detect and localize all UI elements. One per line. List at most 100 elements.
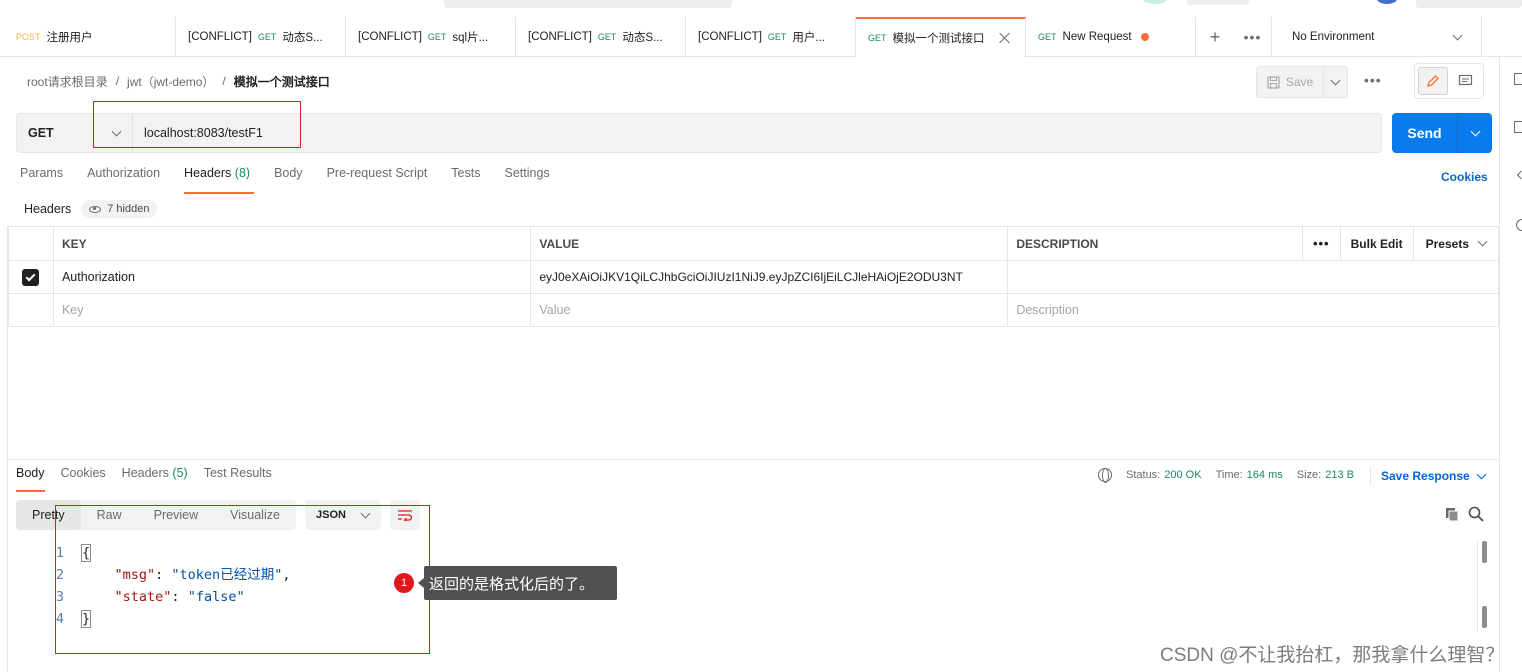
edit-button[interactable] (1418, 67, 1448, 95)
conflict-label: [CONFLICT] (528, 31, 592, 43)
json-colon: : (155, 567, 172, 583)
chevron-down-icon (1470, 126, 1480, 136)
sync-status-icon[interactable] (1143, 0, 1167, 4)
column-options-button[interactable]: ••• (1301, 227, 1340, 260)
tab-params[interactable]: Params (20, 166, 63, 194)
copy-icon[interactable] (1444, 506, 1460, 522)
scrollbar[interactable] (1482, 606, 1487, 628)
json-colon: : (171, 589, 188, 605)
chevron-down-icon (360, 508, 371, 518)
request-response-divider[interactable] (8, 459, 1499, 460)
invite-button[interactable] (1187, 0, 1249, 5)
environment-label: No Environment (1292, 31, 1375, 43)
method-badge: GET (427, 32, 447, 42)
view-raw[interactable]: Raw (81, 500, 138, 530)
request-tab[interactable]: GET New Request (1026, 17, 1196, 57)
header-value-cell[interactable]: eyJ0eXAiOiJKV1QiLCJhbGciOiJIUzI1NiJ9.eyJ… (530, 260, 1009, 294)
close-icon[interactable] (999, 32, 1011, 44)
body-view-modes: Pretty Raw Preview Visualize (16, 500, 296, 530)
wrap-icon (398, 510, 413, 521)
page-title[interactable]: 模拟一个测试接口 (234, 73, 330, 90)
tab-title: 动态S... (282, 32, 323, 44)
new-value-input[interactable]: Value (530, 293, 1009, 327)
avatar[interactable] (1377, 0, 1397, 4)
response-tab-test-results[interactable]: Test Results (204, 466, 272, 492)
view-preview[interactable]: Preview (138, 500, 214, 530)
row-checkbox[interactable] (22, 269, 40, 287)
method-badge: GET (257, 32, 277, 42)
url-input[interactable] (133, 114, 1381, 152)
request-tab[interactable]: [CONFLICT] GET 动态S... (516, 17, 686, 57)
tab-settings[interactable]: Settings (504, 166, 549, 194)
header-key-cell[interactable]: Authorization (52, 260, 532, 294)
headers-title: Headers (24, 202, 72, 216)
more-actions-button[interactable]: ••• (1364, 72, 1382, 88)
new-key-input[interactable]: Key (52, 293, 532, 327)
save-button[interactable]: Save (1256, 66, 1324, 98)
bulk-edit-button[interactable]: Bulk Edit (1339, 227, 1413, 260)
tab-count: (8) (234, 166, 251, 180)
view-pretty[interactable]: Pretty (16, 500, 81, 530)
tab-authorization[interactable]: Authorization (87, 166, 160, 194)
new-description-input[interactable]: Description (1007, 293, 1499, 327)
presets-dropdown[interactable]: Presets (1412, 227, 1498, 260)
save-response-label: Save Response (1381, 469, 1470, 483)
status-value[interactable]: 200 OK (1164, 469, 1201, 481)
wrap-lines-button[interactable] (390, 500, 420, 530)
header-description-cell[interactable] (1007, 260, 1499, 294)
scrollbar[interactable] (1482, 541, 1487, 563)
code-line: "state": "false" (82, 586, 245, 608)
breadcrumb-root[interactable]: root请求根目录 (27, 73, 108, 90)
json-brace: } (80, 610, 92, 628)
info-icon[interactable] (1516, 219, 1522, 231)
tab-pre-request-script[interactable]: Pre-request Script (327, 166, 428, 194)
watermark: CSDN @不让我抬杠，那我拿什么理智？ (1160, 645, 1505, 666)
chevron-down-icon (1476, 469, 1487, 479)
cookies-link[interactable]: Cookies (1441, 170, 1488, 184)
conflict-label: [CONFLICT] (188, 31, 252, 43)
tab-tests[interactable]: Tests (451, 166, 480, 194)
breadcrumb-collection[interactable]: jwt（jwt-demo） (127, 73, 214, 90)
view-visualize[interactable]: Visualize (214, 500, 296, 530)
search-icon[interactable] (1468, 506, 1484, 522)
save-response-button[interactable]: Save Response (1370, 466, 1487, 486)
request-tab[interactable]: [CONFLICT] GET sql片... (346, 17, 516, 57)
send-options-button[interactable] (1458, 113, 1492, 153)
save-options-button[interactable] (1324, 66, 1348, 98)
request-tab[interactable]: POST 注册用户 (0, 17, 176, 57)
annotation-number-badge: 1 (394, 573, 414, 593)
method-selector[interactable]: GET (17, 114, 133, 152)
tab-body[interactable]: Body (274, 166, 303, 194)
documentation-icon[interactable] (1514, 73, 1522, 85)
row-checkbox-cell (8, 260, 54, 294)
tab-label: Body (16, 466, 45, 480)
comments-button[interactable] (1450, 67, 1480, 95)
new-tab-button[interactable]: + (1196, 17, 1234, 57)
json-value: "token已经过期" (171, 567, 283, 583)
response-tab-cookies[interactable]: Cookies (61, 466, 106, 492)
code-snippet-icon[interactable] (1514, 121, 1522, 133)
tab-headers[interactable]: Headers (8) (184, 166, 255, 194)
globe-icon[interactable] (1098, 468, 1112, 483)
hidden-headers-toggle[interactable]: 7 hidden (81, 200, 158, 218)
chevron-left-icon[interactable] (1516, 170, 1522, 180)
request-tab[interactable]: [CONFLICT] GET 动态S... (176, 17, 346, 57)
tab-label: Authorization (87, 166, 161, 180)
time-value[interactable]: 164 ms (1247, 469, 1283, 481)
size-value[interactable]: 213 B (1325, 469, 1354, 481)
upgrade-button[interactable] (1416, 0, 1522, 8)
table-row-new: Key Value Description (8, 293, 1499, 327)
tab-title: 用户... (792, 32, 825, 44)
send-button[interactable]: Send (1392, 113, 1458, 153)
format-selector[interactable]: JSON (305, 500, 381, 530)
environment-selector[interactable]: No Environment (1272, 17, 1482, 57)
tab-options-button[interactable]: ••• (1234, 17, 1272, 57)
request-tab[interactable]: [CONFLICT] GET 用户... (686, 17, 856, 57)
response-tab-body[interactable]: Body (16, 466, 45, 492)
workspace-search-bar[interactable] (444, 0, 732, 8)
response-tab-headers[interactable]: Headers (5) (122, 466, 188, 492)
chevron-down-icon (111, 126, 122, 136)
code-line: "msg": "token已经过期", (82, 564, 291, 586)
request-tab-active[interactable]: GET 模拟一个测试接口 (856, 17, 1026, 57)
method-badge: POST (16, 32, 41, 42)
